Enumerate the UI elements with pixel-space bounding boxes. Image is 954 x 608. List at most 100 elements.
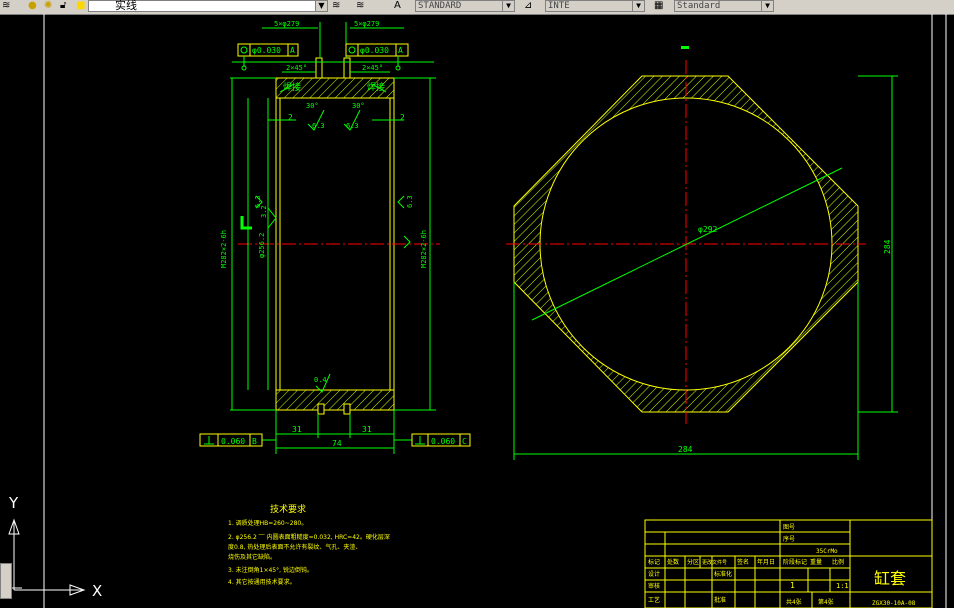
rough-left: 6.3 [312, 122, 325, 130]
lightbulb-icon[interactable]: ● [28, 0, 37, 12]
plot-style-dropdown[interactable]: Standard ▼ [674, 0, 774, 12]
slot-bottom-left [317, 403, 325, 415]
roughness-symbol [267, 207, 277, 229]
tech-item: 1. 调质处理HB=260~280。 [228, 519, 307, 527]
text-style-icon[interactable]: A [394, 0, 401, 12]
tb-label: 比例 [832, 558, 844, 566]
rough-side-left: 6.3 [254, 195, 262, 208]
thread-left: M282×2-6h [220, 230, 228, 268]
dim-2-right: 2 [400, 113, 405, 122]
color-square-icon[interactable]: ■ [76, 0, 85, 12]
tb-label: 更改文件号 [702, 559, 727, 566]
tb-sheets: 共4张 [786, 598, 802, 606]
sun-icon[interactable]: ✺ [44, 0, 52, 12]
angle-left: 30° [306, 102, 319, 110]
linetype-value: INTE [548, 1, 570, 11]
tech-item: 3. 未注倒角1×45°, 锐边倒钝。 [228, 566, 313, 574]
chevron-down-icon[interactable]: ▼ [315, 1, 327, 11]
tol-value: φ0.030 [360, 46, 389, 55]
tb-label: 批准 [714, 596, 726, 604]
dim-31-right: 31 [362, 425, 372, 434]
weld-left: 焊接 [283, 81, 301, 93]
dia-inner: φ292 [698, 225, 717, 234]
thread-right: M282×2-6h [420, 230, 428, 268]
dim-31-left: 31 [292, 425, 302, 434]
tb-label: 分区 [687, 558, 699, 566]
chamfer-left: 2×45° [286, 64, 307, 72]
weld-right: 焊接 [367, 81, 385, 93]
tb-label: 审核 [648, 582, 660, 590]
layer-dropdown[interactable]: 实线 ▼ [88, 0, 328, 12]
dim-top-right: 5×φ279 [354, 20, 379, 28]
plot-style-value: Standard [677, 1, 721, 11]
tech-title: 技术要求 [270, 503, 306, 515]
tolerance-frame-bottom-right: 0.060 C [411, 433, 471, 447]
dim-style-icon[interactable]: ⊿ [524, 0, 532, 12]
layer-states-icon[interactable]: ≋ [356, 0, 364, 12]
tech-item: 4. 其它按通用技术要求。 [228, 578, 296, 586]
tol-value: φ0.030 [252, 46, 281, 55]
layer-manager-icon[interactable]: ≋ [2, 0, 10, 12]
lock-icon[interactable]: 🔓︎ [60, 0, 66, 12]
chevron-down-icon[interactable]: ▼ [502, 1, 514, 11]
tb-label: 标准化 [714, 570, 732, 578]
slot-right [343, 57, 351, 79]
tb-qty: 1 [790, 581, 795, 590]
tb-label: 设计 [648, 570, 660, 578]
tb-label: 处数 [667, 558, 679, 566]
ucs-x-label: X [92, 582, 102, 600]
dim-2-left: 2 [288, 113, 293, 122]
slot-bottom-right [343, 403, 351, 415]
tol-ref: A [290, 46, 295, 55]
chevron-down-icon[interactable]: ▼ [632, 1, 644, 11]
dim-width: 284 [678, 445, 693, 454]
tb-code: ZGX30-10A-08 [872, 600, 916, 607]
bore-dia: φ256.2 [258, 233, 266, 258]
chamfer-right: 2×45° [362, 64, 383, 72]
tb-label: 阶段标记 [783, 558, 807, 566]
dim-top-left: 5×φ279 [274, 20, 299, 28]
roughness-symbol [397, 195, 405, 209]
tol-ref: B [252, 437, 257, 446]
tol-value: 0.060 [221, 437, 245, 446]
tech-item: 度0.8, 热处理后表面不允许有裂纹、气孔、夹渣、 [228, 543, 361, 551]
side-panel-tab[interactable] [0, 563, 12, 599]
end-view [506, 46, 898, 460]
tb-label: 图号 [783, 524, 795, 531]
table-style-icon[interactable]: ▦ [654, 0, 663, 12]
tb-scale: 1:1 [836, 582, 849, 590]
tb-part-name: 缸套 [874, 569, 906, 588]
properties-toolbar: ≋ ● ✺ 🔓︎ ■ 实线 ▼ ≋ ≋ A STANDARD ▼ ⊿ INTE … [0, 0, 954, 15]
tol-ref: C [462, 437, 467, 446]
datum-marker [240, 216, 252, 230]
text-style-value: STANDARD [418, 1, 462, 11]
rough-side-right: 6.3 [406, 195, 414, 208]
tb-material: 35CrMo [816, 548, 838, 555]
slot-left [315, 57, 323, 79]
rough-bottom: 0.4 [314, 376, 327, 384]
chevron-down-icon[interactable]: ▼ [761, 1, 773, 11]
ucs-y-label: Y [8, 494, 19, 512]
tb-label: 重量 [810, 558, 822, 566]
dim-height: 284 [883, 239, 892, 254]
tb-label: 标记 [648, 558, 660, 566]
tb-label: 签名 [737, 558, 749, 566]
layer-previous-icon[interactable]: ≋ [332, 0, 340, 12]
drawing-canvas[interactable]: φ0.030 A φ0.030 A 0.060 B 0.060 C 5×φ279… [0, 14, 954, 608]
tb-label: 年月日 [757, 558, 775, 566]
bottom-hatch [275, 389, 395, 411]
tech-item: 2. φ256.2 ‾‾ 内圆表面粗糙度=0.032, HRC=42。硬化层深 [228, 533, 390, 541]
text-style-dropdown[interactable]: STANDARD ▼ [415, 0, 515, 12]
dim-74: 74 [332, 439, 342, 448]
tb-sheet: 第4张 [818, 598, 834, 606]
linetype-dropdown[interactable]: INTE ▼ [545, 0, 645, 12]
tol-value: 0.060 [431, 437, 455, 446]
tech-requirements: 技术要求 1. 调质处理HB=260~280。 2. φ256.2 ‾‾ 内圆表… [228, 503, 390, 586]
tb-label: 序号 [783, 535, 795, 543]
angle-right: 30° [352, 102, 365, 110]
tolerance-frame-bottom-left: 0.060 B [199, 433, 263, 447]
rough-right: 6.3 [346, 122, 359, 130]
tb-label: 工艺 [648, 596, 660, 604]
marker [681, 46, 689, 49]
tol-ref: A [398, 46, 403, 55]
